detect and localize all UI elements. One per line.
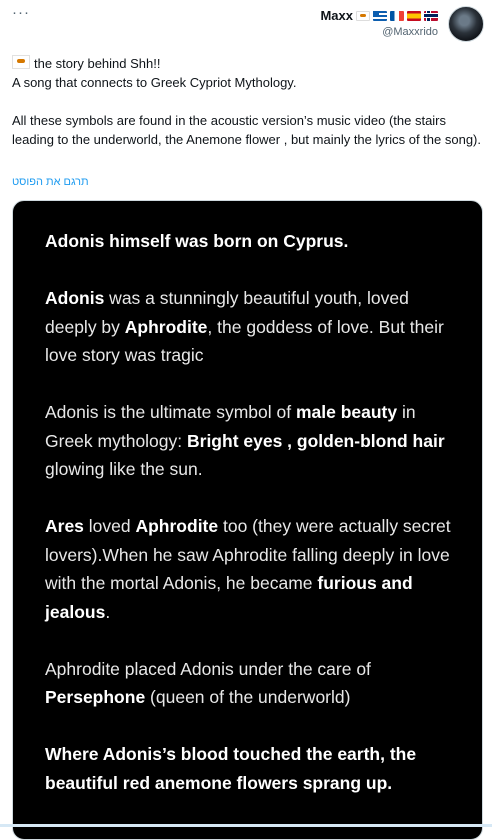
- more-options-button[interactable]: ···: [12, 4, 30, 21]
- greece-flag-icon: [373, 10, 387, 21]
- post-text: the story behind Shh!! A song that conne…: [12, 54, 482, 149]
- image-paragraph-2: Adonis was a stunningly beautiful youth,…: [45, 288, 444, 365]
- image-paragraph-4: Ares loved Aphrodite too (they were actu…: [45, 516, 451, 622]
- image-paragraph-5: Aphrodite placed Adonis under the care o…: [45, 658, 371, 708]
- france-flag-icon: [390, 10, 404, 21]
- image-paragraph-3: Adonis is the ultimate symbol of male be…: [45, 402, 445, 479]
- author-name[interactable]: Maxx: [320, 8, 353, 23]
- cyprus-flag-icon: [356, 10, 370, 21]
- cyprus-flag-emoji-icon: [12, 55, 30, 69]
- avatar[interactable]: [448, 6, 484, 42]
- post-line-2: A song that connects to Greek Cypriot My…: [12, 75, 297, 90]
- image-paragraph-1: Adonis himself was born on Cyprus.: [45, 231, 349, 251]
- norway-flag-icon: [424, 10, 438, 21]
- image-paragraph-6: Where Adonis’s blood touched the earth, …: [45, 744, 417, 793]
- post-image[interactable]: Adonis himself was born on Cyprus. Adoni…: [12, 200, 483, 840]
- post-line-1: the story behind Shh!!: [34, 56, 161, 71]
- post-author: Maxx @Maxxrido: [320, 8, 438, 38]
- post-line-3: All these symbols are found in the acous…: [12, 113, 481, 147]
- translate-post-link[interactable]: תרגם את הפוסט: [12, 176, 89, 188]
- author-handle[interactable]: @Maxxrido: [320, 26, 438, 38]
- spain-flag-icon: [407, 10, 421, 21]
- image-text: Adonis himself was born on Cyprus. Adoni…: [45, 227, 465, 826]
